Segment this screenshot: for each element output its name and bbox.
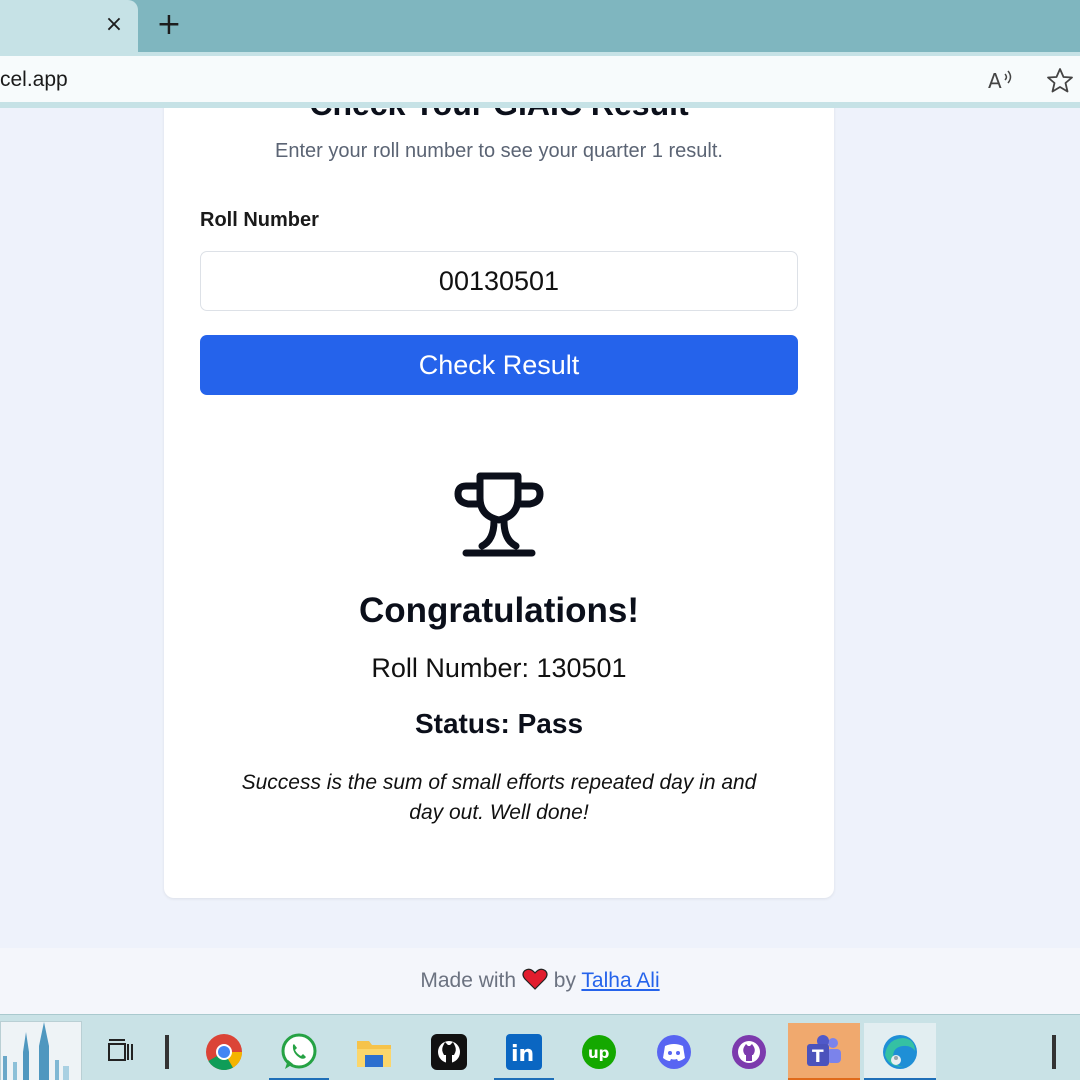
upwork-app[interactable]: up — [569, 1023, 629, 1080]
discord-icon — [657, 1035, 691, 1069]
page-subtitle: Enter your roll number to see your quart… — [275, 140, 723, 162]
congratulations-heading: Congratulations! — [359, 591, 639, 630]
url-text[interactable]: cel.app — [0, 68, 68, 92]
svg-text:up: up — [588, 1044, 610, 1062]
github-desktop-app[interactable] — [719, 1023, 779, 1080]
upwork-icon: up — [582, 1035, 616, 1069]
footer: Made with by Talha Ali — [0, 948, 1080, 1014]
footer-credit: Made with by Talha Ali — [0, 968, 1080, 993]
roll-number-result: Roll Number: 130501 — [371, 653, 627, 683]
status-text: Status: Pass — [414, 708, 584, 739]
chrome-app[interactable] — [194, 1023, 254, 1080]
url-field[interactable]: cel.app A — [0, 56, 1080, 102]
taskbar-separator — [1052, 1035, 1056, 1069]
read-aloud-icon[interactable]: A — [986, 68, 1016, 92]
trophy-icon — [454, 472, 544, 557]
linkedin-icon: in — [506, 1034, 542, 1070]
taskbar-separator — [165, 1035, 169, 1069]
discord-app[interactable] — [644, 1023, 704, 1080]
whatsapp-app[interactable] — [269, 1023, 329, 1080]
edge-icon — [883, 1035, 917, 1069]
whatsapp-icon — [281, 1033, 317, 1069]
page-title: Check Your GIAIC Result — [164, 108, 834, 123]
linkedin-app[interactable]: in — [494, 1023, 554, 1080]
github-icon — [431, 1034, 467, 1070]
tab-strip: × + — [0, 0, 1080, 52]
github-desktop-icon — [732, 1035, 766, 1069]
chrome-icon — [206, 1034, 242, 1071]
roll-number-label: Roll Number — [200, 209, 319, 231]
svg-text:in: in — [511, 1042, 534, 1067]
favorite-star-icon[interactable] — [1045, 66, 1075, 94]
github-app[interactable] — [419, 1023, 479, 1080]
roll-number-input[interactable] — [200, 251, 798, 311]
taskbar: in up T — [0, 1014, 1080, 1080]
result-card: Check Your GIAIC Result Enter your roll … — [164, 108, 834, 898]
folder-icon — [357, 1041, 391, 1067]
by-text: by — [553, 969, 576, 992]
svg-text:T: T — [812, 1047, 824, 1067]
author-link[interactable]: Talha Ali — [581, 969, 659, 992]
heart-icon — [522, 968, 548, 990]
check-result-button[interactable]: Check Result — [200, 335, 798, 395]
motivational-quote: Success is the sum of small efforts repe… — [241, 771, 757, 824]
made-with-text: Made with — [420, 969, 517, 992]
task-view-icon — [108, 1039, 133, 1061]
task-view-button[interactable] — [90, 1023, 150, 1080]
city-skyline-icon — [1, 1022, 81, 1080]
page-content: Check Your GIAIC Result Enter your roll … — [0, 108, 1080, 948]
edge-app[interactable] — [864, 1023, 936, 1080]
file-explorer-app[interactable] — [344, 1023, 404, 1080]
close-tab-icon[interactable]: × — [100, 10, 128, 40]
new-tab-button[interactable]: + — [152, 8, 186, 42]
address-bar: cel.app A — [0, 52, 1080, 108]
widgets-thumbnail[interactable] — [0, 1021, 82, 1080]
teams-icon: T — [807, 1035, 841, 1067]
teams-app[interactable]: T — [788, 1023, 860, 1080]
active-tab[interactable]: × — [0, 0, 138, 52]
svg-text:A: A — [988, 69, 1002, 92]
